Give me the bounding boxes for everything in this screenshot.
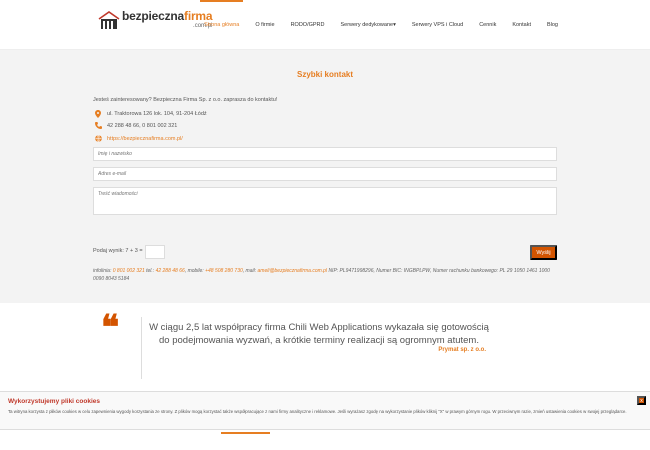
website-link[interactable]: https://bezpiecznafirma.com.pl/ [107,136,183,142]
nav-blog[interactable]: Blog [547,0,558,50]
nav-rodo[interactable]: RODO/GPRD [291,0,325,50]
contact-title: Szybki kontakt [296,70,353,79]
cookie-close-button[interactable]: x [637,396,646,405]
cookie-title: Wykorzystujemy pliki cookies [8,398,100,405]
nav-home[interactable]: Strona główna [200,0,244,50]
phone-icon [93,122,103,129]
captcha-input[interactable] [145,245,165,259]
infolinia-label: infolinia: [93,268,112,274]
phone-row: 42 288 48 66, 0 801 002 321 [93,122,177,129]
name-input[interactable] [93,147,557,161]
company-details: infolinia: 0 801 002 321 tel.: 42 288 48… [93,268,550,282]
testimonial-quote: W ciągu 2,5 lat współpracy firma Chili W… [149,322,489,346]
mail-value[interactable]: ameli@bezpiecznafirma.com.pl [258,268,328,274]
quote-icon: ❝ [101,308,120,348]
nav-vps-cloud[interactable]: Serwery VPS i Cloud [412,0,463,50]
nav-about[interactable]: O firmie [255,0,274,50]
mail-label: mail: [245,268,257,274]
house-logo-icon [98,10,120,30]
footer-logo-icon [98,444,120,450]
message-textarea[interactable] [93,187,557,215]
email-input[interactable] [93,167,557,181]
phone-text: 42 288 48 66, 0 801 002 321 [107,122,178,129]
nav-contact[interactable]: Kontakt [512,0,531,50]
quote-divider [141,317,142,379]
infolinia-value[interactable]: 0 801 002 321 [113,268,145,274]
send-button[interactable]: Wyślij [530,245,557,260]
cookie-text: Ta witryna korzysta z plików cookies w c… [8,409,627,414]
nav-dedicated-servers[interactable]: Serwery dedykowane▾ [341,0,396,50]
tel-value[interactable]: 42 288 48 66 [156,268,185,274]
testimonial-author: Prymat sp. z o.o. [438,347,486,353]
mobile-value[interactable]: +48 508 280 730 [205,268,243,274]
mobile-label: mobile: [187,268,204,274]
website-row[interactable]: https://bezpiecznafirma.com.pl/ [93,135,183,142]
site-header: bezpiecznafirma .com.pl Strona główna O … [0,0,650,50]
logo-text-main: bezpieczna [122,9,185,23]
map-pin-icon [93,110,103,118]
captcha-label: Podaj wynik: 7 + 3 = [93,248,143,254]
section-accent-bar [221,432,270,434]
nav-pricing[interactable]: Cennik [479,0,496,50]
globe-icon [93,135,103,142]
testimonial-section: ❝ W ciągu 2,5 lat współpracy firma Chili… [0,303,650,391]
quick-contact-section: Szybki kontakt Jesteś zainteresowany? Be… [0,50,650,303]
contact-intro: Jesteś zainteresowany? Bezpieczna Firma … [93,97,278,103]
page-bottom [0,430,650,450]
tel-label: tel.: [146,268,155,274]
cookie-banner: Wykorzystujemy pliki cookies Ta witryna … [0,391,650,430]
address-text: ul. Traktorowa 126 lok. 104, 91-204 Łódź [107,111,207,117]
address-row: ul. Traktorowa 126 lok. 104, 91-204 Łódź [93,110,207,118]
main-nav: Strona główna O firmie RODO/GPRD Serwery… [188,0,558,50]
